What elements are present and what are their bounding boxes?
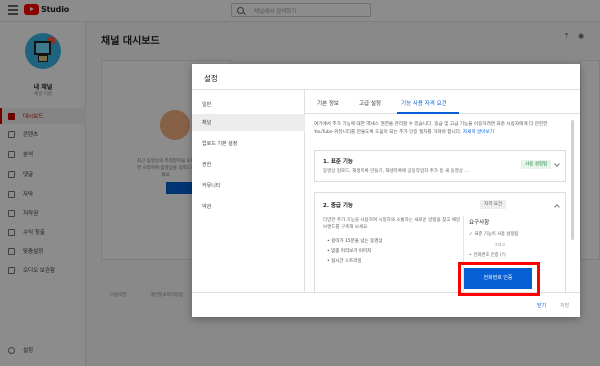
settings-nav-agreements[interactable]: 약관 [192, 198, 305, 215]
intro-body: 여기에서 추가 기능에 대한 액세스 권한을 관리할 수 있습니다. 중급 및 … [314, 122, 548, 135]
settings-nav-channel[interactable]: 채널 [192, 114, 305, 131]
feature-list: 길이가 15분을 넘는 동영상 맞춤 미리보기 이미지 실시간 스트리밍 [327, 238, 383, 268]
tab-feature-eligibility[interactable]: 기능 사용 자격 요건 [401, 99, 447, 107]
enabled-badge: 사용 설정됨 [521, 160, 552, 169]
check-icon: ✓ [469, 232, 473, 237]
tab-advanced[interactable]: 고급 설정 [359, 99, 381, 107]
standard-features-section[interactable]: 1. 표준 기능 동영상 업로드, 재생목록 만들기, 재생목록에 공동작업자 … [314, 150, 566, 182]
chevron-down-icon[interactable] [554, 161, 560, 167]
settings-nav-upload-defaults[interactable]: 업로드 기본 설정 [192, 135, 305, 152]
settings-nav-community[interactable]: 커뮤니티 [192, 177, 305, 194]
requirement-standard: ✓ 표준 기능이 사용 설정됨 [469, 231, 518, 237]
requirement-phone: • 전화번호 인증 (?) [469, 252, 506, 258]
learn-more-link[interactable]: 자세히 알아보기 [463, 130, 494, 135]
chevron-up-icon[interactable] [554, 204, 560, 210]
tab-bar: 기본 정보 고급 설정 기능 사용 자격 요건 [305, 90, 580, 114]
settings-nav: 일반 채널 업로드 기본 설정 권한 커뮤니티 약관 [192, 90, 305, 292]
bullet-icon: • [469, 253, 472, 258]
section-desc: 다양한 추가 기능을 사용하여 시청자와 소통하는 새로운 방법을 찾고 채널 … [323, 218, 461, 230]
list-item: 실시간 스트리밍 [327, 258, 383, 264]
dialog-title: 설정 [204, 74, 218, 83]
tab-basic-info[interactable]: 기본 정보 [317, 99, 339, 107]
highlight-box [458, 262, 540, 296]
eligibility-badge: 자격 요건 [480, 200, 506, 209]
requirement-label: 전화번호 인증 (?) [473, 253, 506, 258]
save-button[interactable]: 저장 [560, 302, 569, 309]
section-desc: 동영상 업로드, 재생목록 만들기, 재생목록에 공동작업자 추가 등 새 동영… [323, 169, 469, 174]
section-title: 2. 중급 기능 [323, 203, 353, 209]
section-title: 1. 표준 기능 [323, 159, 353, 165]
requirement-label: 표준 기능이 사용 설정됨 [474, 232, 519, 237]
intro-text: 여기에서 추가 기능에 대한 액세스 권한을 관리할 수 있습니다. 중급 및 … [314, 121, 566, 136]
requirements-title: 요구사항 [469, 220, 490, 226]
and-separator: 그리고 [494, 242, 506, 247]
list-item: 맞춤 미리보기 이미지 [327, 248, 383, 254]
list-item: 길이가 15분을 넘는 동영상 [327, 238, 382, 244]
active-tab-indicator [397, 112, 459, 114]
scrollbar[interactable] [571, 120, 574, 240]
close-button[interactable]: 닫기 [537, 302, 546, 309]
settings-nav-permissions[interactable]: 권한 [192, 156, 305, 173]
settings-nav-general[interactable]: 일반 [192, 96, 305, 113]
